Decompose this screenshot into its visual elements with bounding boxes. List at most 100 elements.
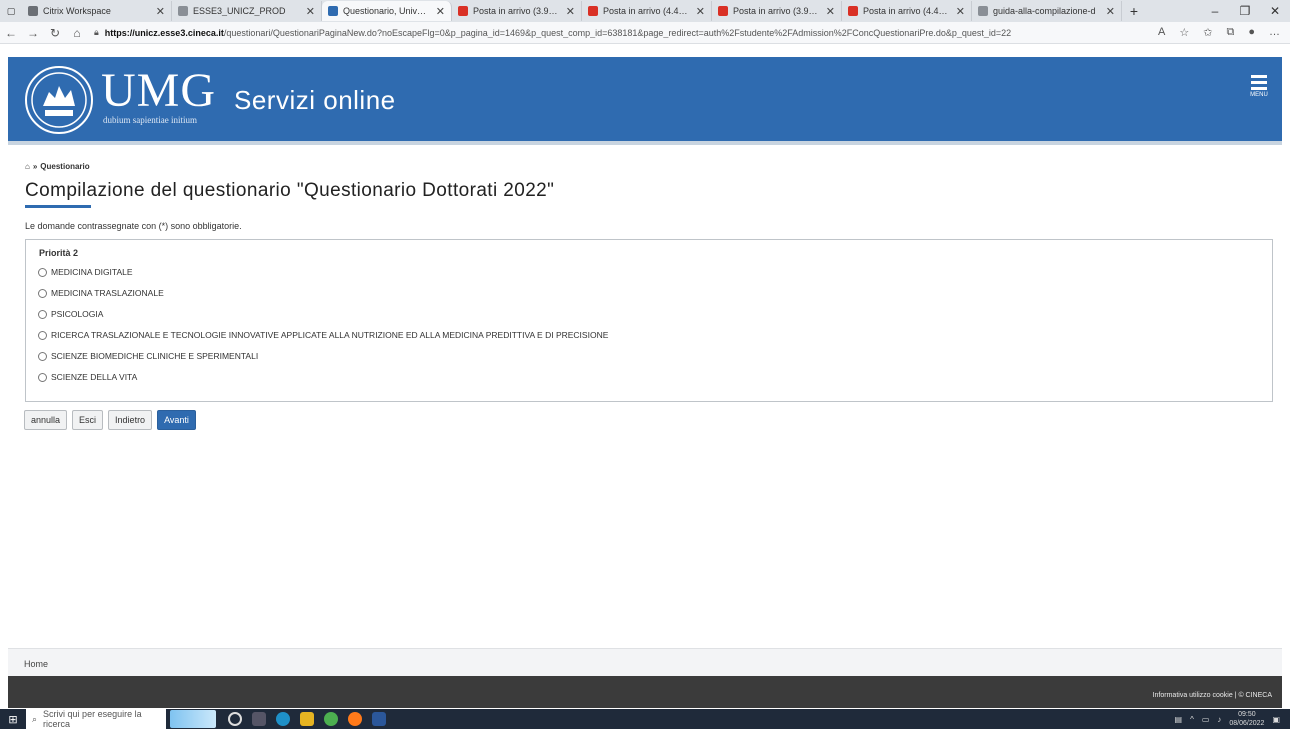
footer-home-link[interactable]: Home (24, 659, 48, 669)
tab-close-icon[interactable]: ✕ (566, 5, 575, 18)
page-title: Compilazione del questionario "Questiona… (25, 180, 555, 201)
title-underline (25, 205, 91, 208)
tab-close-icon[interactable]: ✕ (696, 5, 705, 18)
tray-volume-icon[interactable]: ♪ (1217, 715, 1221, 724)
tab-close-icon[interactable]: ✕ (826, 5, 835, 18)
url-field[interactable]: 🔒︎ https://unicz.esse3.cineca.it/questio… (94, 27, 1150, 38)
profile-avatar-icon[interactable]: ● (1248, 26, 1255, 39)
browser-tab[interactable]: Citrix Workspace ✕ (22, 1, 172, 21)
footer-home: Home (8, 648, 1282, 676)
tab-title: Questionario, Università d (343, 6, 431, 16)
home-breadcrumb-icon[interactable]: ⌂ (25, 162, 30, 171)
close-window-icon[interactable]: ✕ (1260, 4, 1290, 18)
back-button[interactable]: Indietro (108, 410, 153, 430)
forward-arrow-icon[interactable]: → (22, 26, 44, 40)
back-arrow-icon[interactable]: ← (0, 26, 22, 40)
radio-option[interactable]: MEDICINA TRASLAZIONALE (38, 288, 164, 298)
clock-time: 09:50 (1238, 711, 1256, 718)
browser-tab[interactable]: Posta in arrivo (4.423) - alt ✕ (582, 1, 712, 21)
hamburger-icon (1248, 75, 1270, 90)
address-bar: ← → ↻ ⌂ 🔒︎ https://unicz.esse3.cineca.it… (0, 22, 1290, 44)
tab-title: Posta in arrivo (4.423) - alt (603, 6, 691, 16)
university-seal-icon[interactable] (25, 66, 93, 134)
tab-title: Posta in arrivo (4.423) - alt (863, 6, 951, 16)
windows-taskbar: ⊞ ⌕ Scrivi qui per eseguire la ricerca ▤… (0, 709, 1290, 729)
browser-tab[interactable]: Questionario, Università d ✕ (322, 1, 452, 21)
tab-actions-icon[interactable]: ▢ (0, 0, 22, 22)
exit-button[interactable]: Esci (72, 410, 104, 430)
option-label: RICERCA TRASLAZIONALE E TECNOLOGIE INNOV… (51, 330, 609, 340)
windows-start-icon[interactable]: ⊞ (0, 713, 26, 726)
more-icon[interactable]: … (1269, 26, 1280, 39)
tray-network-icon[interactable]: ▭ (1202, 715, 1210, 724)
home-icon[interactable]: ⌂ (66, 26, 88, 40)
taskbar-search-box[interactable]: ⌕ Scrivi qui per eseguire la ricerca (26, 709, 166, 729)
logo[interactable]: UMG dubium sapientiae initium (101, 64, 217, 126)
favorite-star-icon[interactable]: ☆ (1179, 26, 1189, 39)
browser-tab[interactable]: Posta in arrivo (4.423) - alt ✕ (842, 1, 972, 21)
radio-button[interactable] (38, 372, 47, 382)
logo-text: UMG (101, 64, 217, 117)
edge-icon[interactable] (276, 712, 290, 726)
notifications-icon[interactable]: ▣ (1272, 715, 1280, 724)
option-label: PSICOLOGIA (51, 309, 104, 319)
reload-icon[interactable]: ↻ (44, 26, 66, 40)
radio-button[interactable] (38, 351, 47, 361)
cookie-info-link[interactable]: Informativa utilizzo cookie | © CINECA (1153, 692, 1272, 699)
browser-tab[interactable]: Posta in arrivo (3.926) - bo ✕ (712, 1, 842, 21)
file-explorer-icon[interactable] (300, 712, 314, 726)
word-icon[interactable] (372, 712, 386, 726)
radio-option[interactable]: PSICOLOGIA (38, 309, 103, 319)
next-button[interactable]: Avanti (157, 410, 196, 430)
option-label: MEDICINA TRASLAZIONALE (51, 288, 164, 298)
tab-close-icon[interactable]: ✕ (1106, 5, 1115, 18)
search-icon: ⌕ (32, 713, 38, 724)
window-controls: – ❐ ✕ (1200, 4, 1290, 18)
radio-button[interactable] (38, 267, 47, 277)
radio-option[interactable]: SCIENZE BIOMEDICHE CLINICHE E SPERIMENTA… (38, 351, 258, 361)
taskbar-search-placeholder: Scrivi qui per eseguire la ricerca (43, 709, 142, 729)
radio-option[interactable]: RICERCA TRASLAZIONALE E TECNOLOGIE INNOV… (38, 330, 608, 340)
tab-close-icon[interactable]: ✕ (436, 5, 445, 18)
minimize-icon[interactable]: – (1200, 4, 1230, 18)
tab-favicon-icon (588, 6, 598, 16)
site-header: UMG dubium sapientiae initium Servizi on… (8, 57, 1282, 145)
tab-favicon-icon (328, 6, 338, 16)
radio-button[interactable] (38, 288, 47, 298)
collections-icon[interactable]: ⧉ (1226, 26, 1234, 39)
clock-date: 08/06/2022 (1229, 720, 1265, 727)
favorites-icon[interactable]: ✩ (1203, 26, 1212, 39)
browser-tab[interactable]: ESSE3_UNICZ_PROD ✕ (172, 1, 322, 21)
tab-favicon-icon (978, 6, 988, 16)
task-view-icon[interactable] (252, 712, 266, 726)
tray-keyboard-icon[interactable]: ▤ (1175, 715, 1183, 724)
menu-button[interactable]: MENU (1248, 75, 1270, 98)
cortana-icon[interactable] (228, 712, 242, 726)
new-tab-button[interactable]: + (1122, 3, 1146, 19)
tab-close-icon[interactable]: ✕ (306, 5, 315, 18)
tab-favicon-icon (28, 6, 38, 16)
cancel-button[interactable]: annulla (24, 410, 68, 430)
clock[interactable]: 09:50 08/06/2022 (1229, 710, 1264, 728)
menu-label: MENU (1250, 92, 1268, 98)
radio-button[interactable] (38, 309, 47, 319)
firefox-icon[interactable] (348, 712, 362, 726)
tab-title: Posta in arrivo (3.926) - bo (473, 6, 561, 16)
radio-option[interactable]: MEDICINA DIGITALE (38, 267, 133, 277)
site-title: Servizi online (234, 85, 396, 115)
restore-icon[interactable]: ❐ (1230, 4, 1260, 18)
tab-close-icon[interactable]: ✕ (156, 5, 165, 18)
tray-chevron-icon[interactable]: ^ (1190, 715, 1194, 724)
tab-title: Posta in arrivo (3.926) - bo (733, 6, 821, 16)
tab-close-icon[interactable]: ✕ (956, 5, 965, 18)
tab-favicon-icon (178, 6, 188, 16)
read-aloud-icon[interactable]: A (1158, 26, 1165, 39)
option-label: SCIENZE BIOMEDICHE CLINICHE E SPERIMENTA… (51, 351, 259, 361)
browser-tab[interactable]: guida-alla-compilazione-d ✕ (972, 1, 1122, 21)
browser-tab[interactable]: Posta in arrivo (3.926) - bo ✕ (452, 1, 582, 21)
radio-button[interactable] (38, 330, 47, 340)
search-highlight-icon[interactable] (170, 710, 216, 728)
radio-option[interactable]: SCIENZE DELLA VITA (38, 372, 137, 382)
chrome-icon[interactable] (324, 712, 338, 726)
breadcrumb-separator: » (32, 162, 38, 171)
